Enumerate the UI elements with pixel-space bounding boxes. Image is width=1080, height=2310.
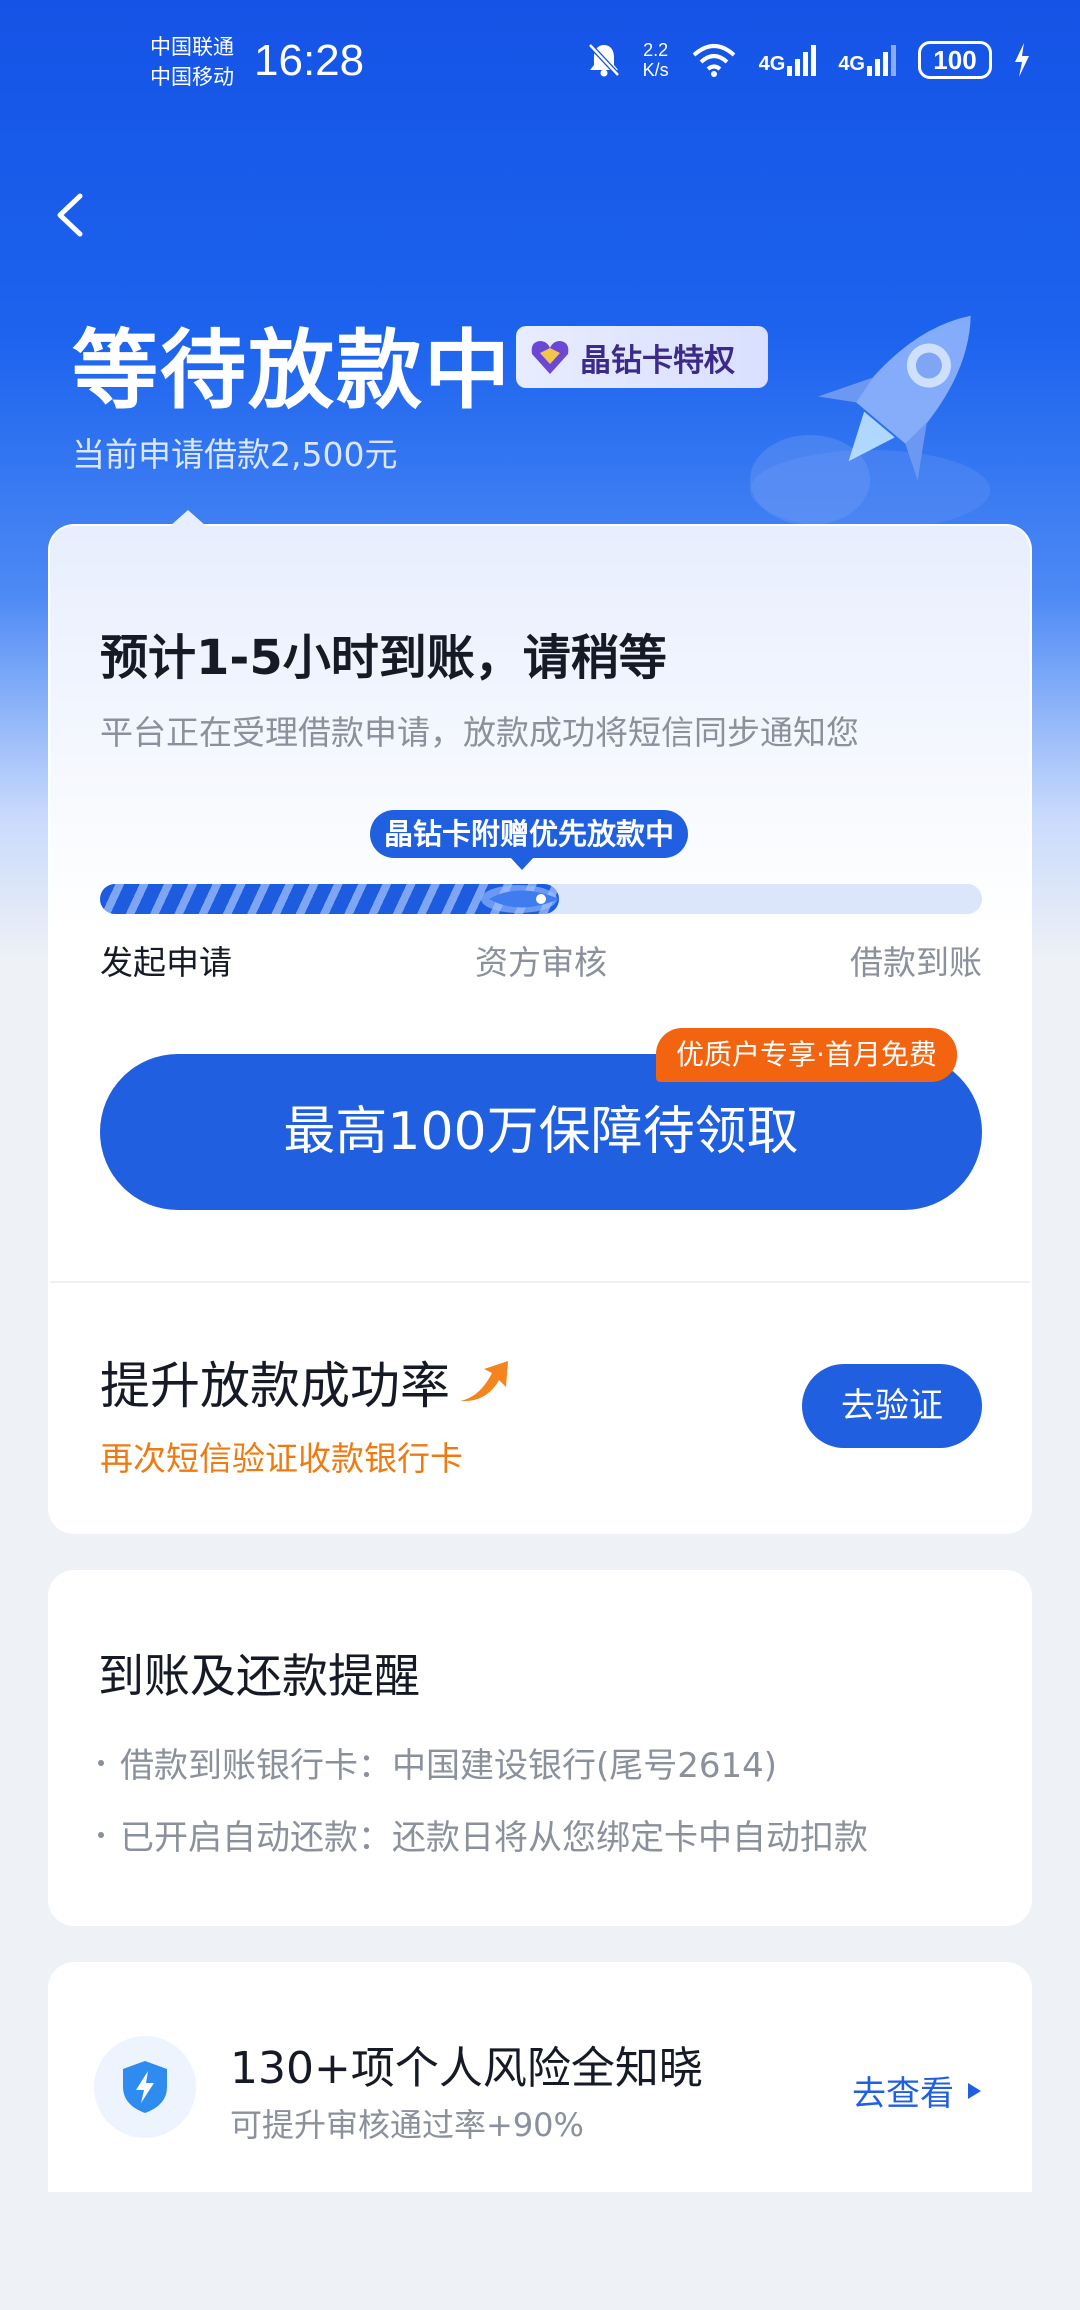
net-speed-value: 2.2 xyxy=(643,40,669,60)
reminder-item: 借款到账银行卡：中国建设银行(尾号2614) xyxy=(98,1738,777,1787)
step-review: 资方审核 xyxy=(475,943,607,982)
reminder-item: 已开启自动还款：还款日将从您绑定卡中自动扣款 xyxy=(98,1810,868,1859)
progress-card: 预计1-5小时到账，请稍等 平台正在受理借款申请，放款成功将短信同步通知您 晶钻… xyxy=(48,510,1032,1534)
page-title: 等待放款中 xyxy=(72,321,512,421)
trend-up-arrow-icon xyxy=(460,1361,508,1402)
eta-description: 平台正在受理借款申请，放款成功将短信同步通知您 xyxy=(100,713,859,752)
back-arrow-icon[interactable] xyxy=(50,190,90,240)
net-speed-unit: K/s xyxy=(642,60,669,80)
triangle-right-icon xyxy=(968,2082,981,2099)
bullet-dot xyxy=(98,1831,104,1838)
signal-bars-icon xyxy=(787,44,817,76)
battery-indicator: 100 xyxy=(918,41,992,79)
rocket-progress-icon xyxy=(481,885,559,913)
rocket-illustration xyxy=(750,315,990,530)
view-link[interactable]: 去查看 xyxy=(852,2066,982,2115)
eta-title: 预计1-5小时到账，请稍等 xyxy=(100,630,667,686)
status-icons: 2.2 K/s 4G 4G 100 xyxy=(587,40,1030,80)
signal-1: 4G xyxy=(759,44,817,76)
risk-title: 130+项个人风险全知晓 xyxy=(230,2043,703,2094)
charging-icon xyxy=(1015,43,1029,77)
signal-1-label: 4G xyxy=(758,53,786,75)
shield-badge xyxy=(94,2036,196,2138)
promo-tag: 优质户专享·首月免费 xyxy=(656,1028,957,1082)
carrier-names: 中国联通 中国移动 xyxy=(150,32,234,92)
step-arrival: 借款到账 xyxy=(850,943,982,982)
reminder-auto-repay: 已开启自动还款：还款日将从您绑定卡中自动扣款 xyxy=(120,1818,868,1858)
risk-description: 可提升审核通过率+90% xyxy=(230,2106,584,2144)
verify-button[interactable]: 去验证 xyxy=(802,1364,982,1448)
reminder-card: 到账及还款提醒 借款到账银行卡：中国建设银行(尾号2614) 已开启自动还款：还… xyxy=(48,1570,1032,1926)
wifi-icon xyxy=(692,44,735,77)
diamond-heart-icon xyxy=(531,341,569,374)
clock: 16:28 xyxy=(254,36,365,85)
card-notch xyxy=(170,510,206,526)
boost-title: 提升放款成功率 xyxy=(100,1346,512,1418)
status-bar: 中国联通 中国移动 16:28 2.2 K/s 4G 4G 100 xyxy=(0,0,1080,130)
net-speed: 2.2 K/s xyxy=(643,40,669,80)
signal-2-label: 4G xyxy=(838,53,865,75)
boost-description: 再次短信验证收款银行卡 xyxy=(100,1439,463,1478)
step-apply: 发起申请 xyxy=(100,943,232,982)
bullet-dot xyxy=(98,1759,104,1766)
shield-lightning-icon xyxy=(123,2061,167,2113)
progress-steps: 发起申请 资方审核 借款到账 xyxy=(100,936,982,984)
divider xyxy=(50,1281,1030,1283)
carrier-1: 中国联通 xyxy=(150,35,234,59)
mute-bell-icon xyxy=(587,43,620,77)
priority-tooltip: 晶钻卡附赠优先放款中 xyxy=(370,810,689,870)
signal-bars-icon xyxy=(867,44,896,76)
carrier-2: 中国移动 xyxy=(150,65,234,89)
reminder-title: 到账及还款提醒 xyxy=(98,1649,420,1703)
signal-2: 4G xyxy=(838,44,896,76)
boost-title-text: 提升放款成功率 xyxy=(100,1357,450,1415)
view-link-label: 去查看 xyxy=(852,2074,954,2114)
loan-amount-subtitle: 当前申请借款2,500元 xyxy=(72,435,398,474)
progress-track xyxy=(100,884,982,914)
risk-card[interactable]: 130+项个人风险全知晓 可提升审核通过率+90% 去查看 xyxy=(48,1962,1032,2192)
reminder-bank-card: 借款到账银行卡：中国建设银行(尾号2614) xyxy=(120,1746,778,1786)
